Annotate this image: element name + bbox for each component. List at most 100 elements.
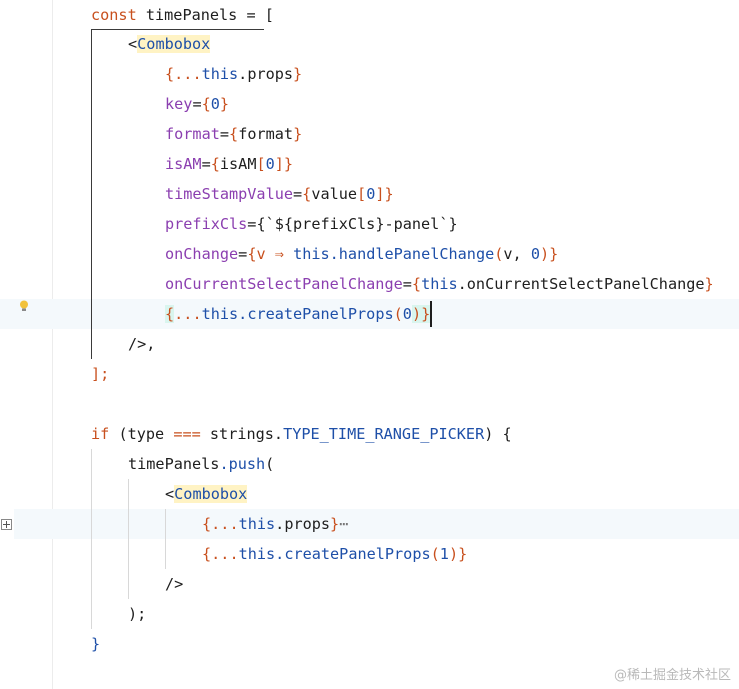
code-line: timePanels.push( xyxy=(0,449,739,479)
number: 0 xyxy=(265,155,275,173)
jsx-attribute: timeStampValue xyxy=(165,185,294,203)
code-line: /> xyxy=(0,569,739,599)
keyword-if: if xyxy=(91,425,110,443)
identifier: strings. xyxy=(200,425,284,443)
tag-close: /> xyxy=(165,575,184,593)
number: 1 xyxy=(439,545,449,563)
parameter: v xyxy=(256,245,266,263)
method: .push xyxy=(219,455,266,473)
brace: } xyxy=(293,65,303,83)
this-keyword: this xyxy=(238,545,276,563)
paren-close: ); xyxy=(128,605,147,623)
code-line: if (type === strings.TYPE_TIME_RANGE_PIC… xyxy=(0,419,739,449)
brace-close: } xyxy=(91,635,101,653)
equals: = xyxy=(238,245,248,263)
brace: { xyxy=(201,95,211,113)
brace: { xyxy=(411,275,422,293)
paren: ( xyxy=(393,305,403,323)
code-line-folded: {...this.props}⋯ xyxy=(0,509,739,539)
paren-brace: ) { xyxy=(484,425,512,443)
code-line: <Combobox xyxy=(0,29,739,59)
method: .createPanelProps xyxy=(275,545,431,563)
jsx-tag-combobox[interactable]: Combobox xyxy=(174,485,248,503)
equals: = xyxy=(219,125,230,143)
brace: { xyxy=(302,185,312,203)
method: .handlePanelChange xyxy=(329,245,495,263)
method: .createPanelProps xyxy=(238,305,394,323)
comma: , xyxy=(512,245,531,263)
code-line: const timePanels = [ xyxy=(0,0,739,30)
jsx-attribute: prefixCls xyxy=(165,215,248,233)
this-keyword: this xyxy=(293,245,330,263)
tag-open: < xyxy=(128,35,138,53)
identifier: v xyxy=(503,245,513,263)
operator-strict-equal: === xyxy=(173,425,201,443)
brace: { xyxy=(229,125,239,143)
code-line: format={format} xyxy=(0,119,739,149)
code-line: timeStampValue={value[0]} xyxy=(0,179,739,209)
spread: ... xyxy=(174,65,202,83)
number: 0 xyxy=(210,95,220,113)
jsx-attribute: onCurrentSelectPanelChange xyxy=(165,275,403,293)
code-line: ]; xyxy=(0,359,739,389)
this-keyword: this xyxy=(421,275,458,293)
identifier: format xyxy=(238,125,294,143)
brace: } xyxy=(704,275,714,293)
text-cursor xyxy=(430,301,432,327)
identifier: type xyxy=(127,425,165,443)
jsx-attribute: format xyxy=(165,125,220,143)
equals: = xyxy=(201,155,211,173)
jsx-attribute: onChange xyxy=(165,245,239,263)
brace-matched: )} xyxy=(411,305,431,323)
code-line: prefixCls={`${prefixCls}-panel`} xyxy=(0,209,739,239)
code-line: <Combobox xyxy=(0,479,739,509)
identifier: timePanels xyxy=(145,6,238,24)
code-line: onCurrentSelectPanelChange={this.onCurre… xyxy=(0,269,739,299)
tag-close: />, xyxy=(128,335,156,353)
paren: ( xyxy=(430,545,440,563)
bracket: ]} xyxy=(375,185,394,203)
code-line: onChange={v ⇒ this.handlePanelChange(v, … xyxy=(0,239,739,269)
jsx-attribute: isAM xyxy=(165,155,202,173)
bracket: [ xyxy=(357,185,367,203)
spread: ... xyxy=(211,545,239,563)
paren: )} xyxy=(540,245,559,263)
bracket-close: ]; xyxy=(91,365,110,383)
code-line: isAM={isAM[0]} xyxy=(0,149,739,179)
paren: ( xyxy=(265,455,275,473)
member: .props xyxy=(238,65,294,83)
code-line: key={0} xyxy=(0,89,739,119)
fold-ellipsis[interactable]: ⋯ xyxy=(339,515,348,533)
brace: } xyxy=(219,95,230,113)
brace: } xyxy=(330,515,340,533)
paren-brace: )} xyxy=(448,545,468,563)
this-keyword: this xyxy=(201,65,239,83)
jsx-attribute: key xyxy=(165,95,193,113)
brace: { xyxy=(210,155,220,173)
jsx-tag-combobox[interactable]: Combobox xyxy=(137,35,211,53)
equals: = xyxy=(293,185,303,203)
code-line: } xyxy=(0,629,739,659)
constant: TYPE_TIME_RANGE_PICKER xyxy=(283,425,485,443)
identifier: isAM xyxy=(219,155,257,173)
equals: = xyxy=(192,95,202,113)
template-string: {`${prefixCls}-panel`} xyxy=(256,215,458,233)
brace: { xyxy=(202,515,212,533)
bracket: ]} xyxy=(274,155,294,173)
tag-open: < xyxy=(165,485,175,503)
identifier: timePanels xyxy=(128,455,220,473)
paren: ( xyxy=(109,425,128,443)
number: 0 xyxy=(402,305,412,323)
punctuation: = [ xyxy=(237,6,274,24)
code-line: {...this.createPanelProps(1)} xyxy=(0,539,739,569)
brace-matched: { xyxy=(165,305,175,323)
member: .props xyxy=(275,515,331,533)
code-line: />, xyxy=(0,329,739,359)
spread: ... xyxy=(211,515,239,533)
number: 0 xyxy=(366,185,376,203)
this-keyword: this xyxy=(238,515,276,533)
identifier: value xyxy=(311,185,358,203)
brace: { xyxy=(202,545,212,563)
code-line: ); xyxy=(0,599,739,629)
